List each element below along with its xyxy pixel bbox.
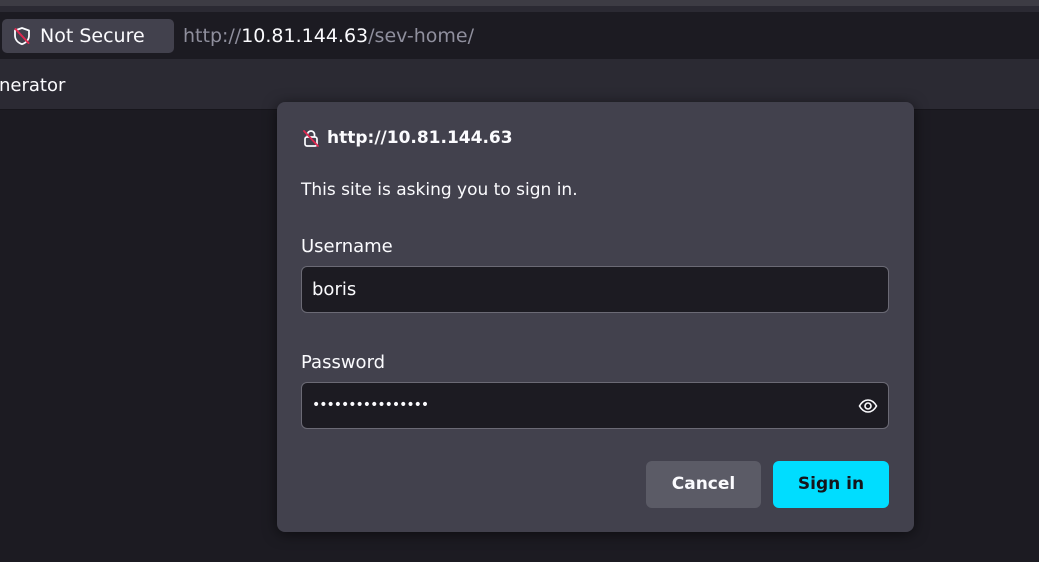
username-field[interactable]: boris bbox=[301, 266, 889, 313]
bookmark-item[interactable]: nerator bbox=[0, 75, 65, 96]
username-value: boris bbox=[312, 279, 357, 300]
dialog-origin: http://10.81.144.63 bbox=[327, 128, 513, 148]
username-label: Username bbox=[301, 236, 393, 257]
cancel-button[interactable]: Cancel bbox=[646, 461, 761, 508]
password-field[interactable]: •••••••••••••••• bbox=[301, 382, 889, 429]
toolbar: Not Secure http://10.81.144.63/sev-home/ bbox=[0, 6, 1039, 65]
http-auth-dialog: http://10.81.144.63 This site is asking … bbox=[277, 102, 914, 532]
url-path: /sev-home/ bbox=[368, 25, 474, 47]
url-host: 10.81.144.63 bbox=[241, 25, 369, 47]
site-identity-button[interactable]: Not Secure bbox=[2, 19, 174, 53]
dialog-message: This site is asking you to sign in. bbox=[301, 180, 578, 200]
url-scheme: http:// bbox=[183, 25, 242, 47]
shield-slash-icon bbox=[12, 26, 32, 46]
sign-in-button[interactable]: Sign in bbox=[773, 461, 889, 508]
url-text[interactable]: http://10.81.144.63/sev-home/ bbox=[183, 19, 474, 53]
lock-slash-icon bbox=[301, 128, 321, 148]
dialog-title: http://10.81.144.63 bbox=[301, 128, 513, 148]
password-value: •••••••••••••••• bbox=[312, 397, 429, 413]
not-secure-label: Not Secure bbox=[40, 25, 145, 47]
password-label: Password bbox=[301, 352, 386, 373]
url-bar[interactable]: Not Secure http://10.81.144.63/sev-home/ bbox=[0, 12, 1039, 59]
eye-icon[interactable] bbox=[858, 396, 878, 416]
